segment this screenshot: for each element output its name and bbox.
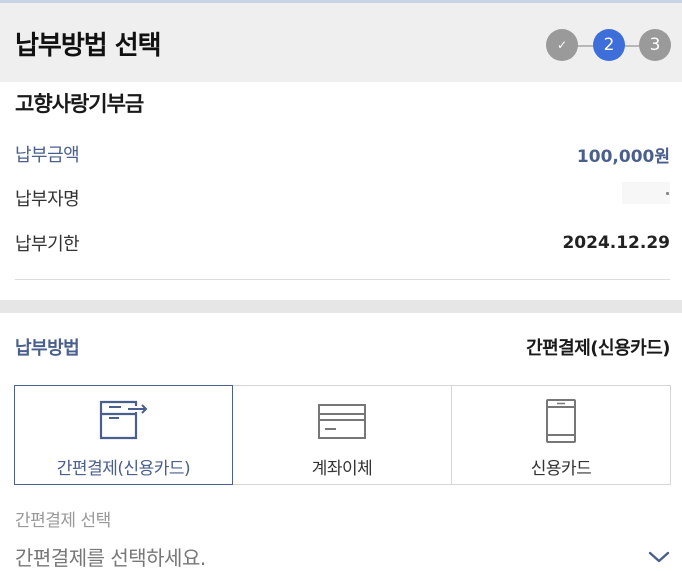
- page-title: 납부방법 선택: [15, 31, 162, 61]
- credit-card-label: 신용카드: [530, 459, 592, 479]
- step-2-current: 2: [593, 29, 625, 61]
- bank-transfer-label: 계좌이체: [311, 459, 373, 479]
- credit-card-option[interactable]: 신용카드: [451, 385, 671, 485]
- due-date-value: 2024.12.29: [562, 233, 670, 253]
- step-indicator: ✓ 2 3: [546, 29, 672, 63]
- mobile-card-icon: [533, 398, 589, 448]
- easy-pay-option[interactable]: 간편결제(신용카드): [14, 385, 233, 485]
- easy-pay-icon: [96, 398, 152, 448]
- chevron-down-icon: [648, 548, 670, 567]
- payer-name-label: 납부자명: [15, 189, 80, 210]
- easy-pay-select-label: 간편결제 선택: [15, 511, 111, 531]
- step-3-pending: 3: [639, 29, 671, 61]
- easy-pay-placeholder: 간편결제를 선택하세요.: [15, 546, 206, 570]
- amount-label: 납부금액: [15, 145, 80, 166]
- payment-method-value: 간편결제(신용카드): [526, 338, 670, 359]
- divider: [15, 279, 670, 280]
- amount-value: 100,000원: [576, 147, 670, 167]
- section-separator: [0, 300, 682, 313]
- easy-pay-dropdown[interactable]: 간편결제를 선택하세요.: [0, 536, 682, 570]
- page-header: 납부방법 선택 ✓ 2 3: [0, 3, 682, 82]
- easy-pay-label: 간편결제(신용카드): [56, 459, 191, 479]
- donation-title: 고향사랑기부금: [15, 92, 144, 116]
- bank-transfer-icon: [314, 398, 370, 448]
- payer-name-masked: [622, 182, 670, 204]
- step-1-done: ✓: [546, 29, 578, 61]
- payment-method-options: 간편결제(신용카드) 계좌이체 신용카드: [14, 385, 671, 485]
- bank-transfer-option[interactable]: 계좌이체: [232, 385, 452, 485]
- payment-method-label: 납부방법: [15, 338, 80, 359]
- due-date-label: 납부기한: [15, 234, 80, 255]
